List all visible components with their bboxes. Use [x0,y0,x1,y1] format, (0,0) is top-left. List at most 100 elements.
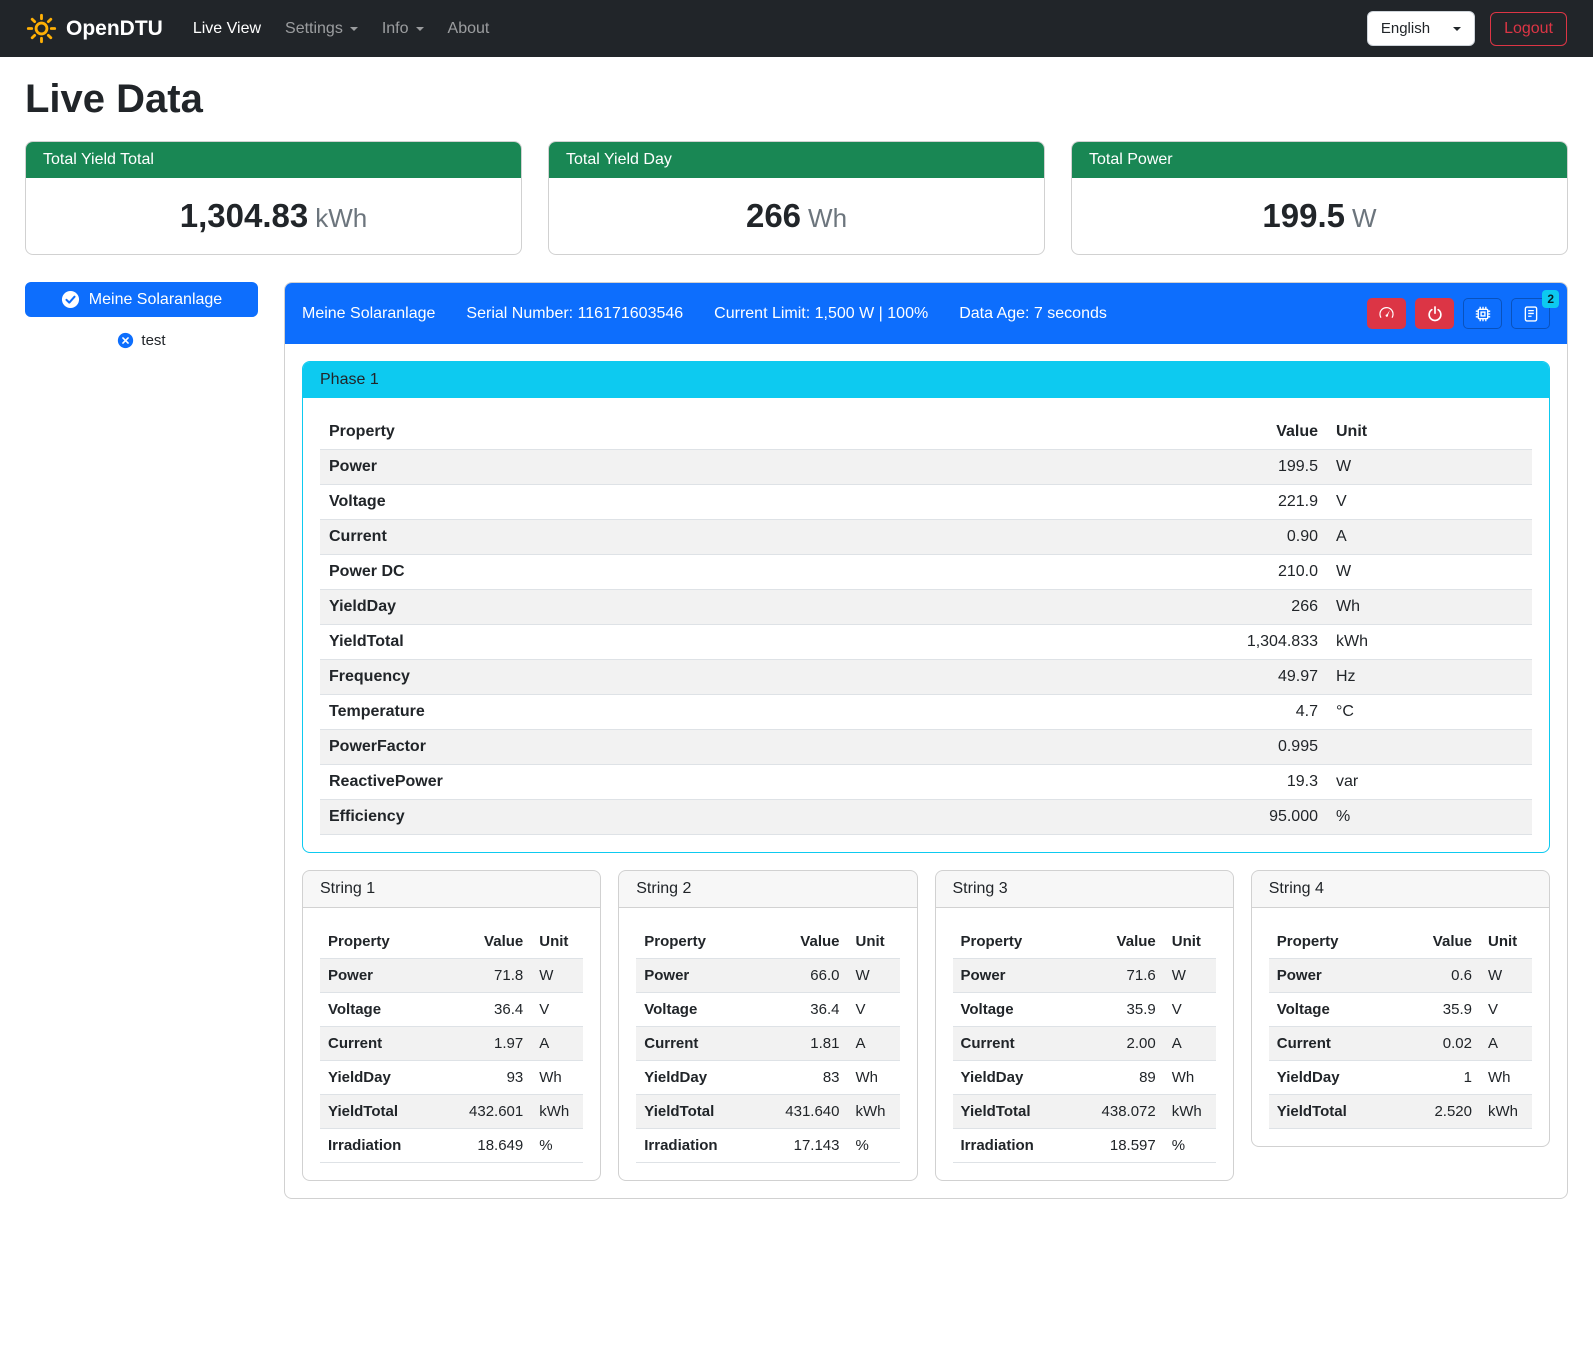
column-header-property: Property [320,415,1177,450]
power-icon [1426,305,1444,323]
string-4-table: Property Value Unit Power0.6W Voltage35.… [1269,925,1532,1129]
value-cell: 66.0 [770,959,848,993]
power-button[interactable] [1415,298,1454,329]
property-cell: Power [953,959,1086,993]
value-cell: 1,304.833 [1177,625,1327,660]
value-cell: 19.3 [1177,765,1327,800]
card-title: Total Power [1072,142,1567,178]
table-row: YieldTotal1,304.833kWh [320,625,1532,660]
table-header-row: Property Value Unit [636,925,899,959]
value-cell: 199.5 [1177,450,1327,485]
value-cell: 1.81 [770,1027,848,1061]
brand-label: OpenDTU [66,17,163,41]
value-cell: 18.597 [1086,1129,1164,1163]
value-cell: 2.00 [1086,1027,1164,1061]
table-row: Current1.81A [636,1027,899,1061]
value-cell: 431.640 [770,1095,848,1129]
x-circle-icon [117,332,134,349]
total-yield-total-value: 1,304.83 [180,197,308,234]
unit-cell: kWh [848,1095,900,1129]
table-header-row: Property Value Unit [320,925,583,959]
value-cell: 36.4 [453,993,531,1027]
string-1-card: String 1 Property Value Unit [302,870,601,1181]
table-row: YieldTotal432.601kWh [320,1095,583,1129]
unit-cell: kWh [531,1095,583,1129]
panel-action-buttons: 2 [1367,298,1550,329]
total-yield-day-unit: Wh [808,203,847,233]
column-header-value: Value [770,925,848,959]
value-cell: 4.7 [1177,695,1327,730]
value-cell: 0.995 [1177,730,1327,765]
table-row: ReactivePower19.3var [320,765,1532,800]
property-cell: Current [636,1027,769,1061]
check-circle-icon [61,290,80,309]
value-cell: 0.02 [1402,1027,1480,1061]
language-select[interactable]: English [1367,11,1475,46]
value-cell: 35.9 [1086,993,1164,1027]
property-cell: YieldTotal [636,1095,769,1129]
event-count-badge: 2 [1542,290,1559,308]
nav-live-view[interactable]: Live View [181,12,273,46]
value-cell: 95.000 [1177,800,1327,835]
string-cards: String 1 Property Value Unit [302,870,1550,1181]
table-row: Temperature4.7°C [320,695,1532,730]
string-title: String 3 [936,871,1233,908]
unit-cell: °C [1327,695,1532,730]
value-cell: 71.6 [1086,959,1164,993]
unit-cell: A [1164,1027,1216,1061]
card-title: Total Yield Day [549,142,1044,178]
value-cell: 71.8 [453,959,531,993]
property-cell: YieldDay [636,1061,769,1095]
navbar-right: English Logout [1367,11,1567,46]
column-header-value: Value [1177,415,1327,450]
table-row: YieldDay266Wh [320,590,1532,625]
inverter-select-button[interactable]: Meine Solaranlage [25,282,258,317]
column-header-property: Property [636,925,769,959]
event-log-button[interactable]: 2 [1511,298,1550,329]
logout-button[interactable]: Logout [1490,12,1567,46]
table-row: Current1.97A [320,1027,583,1061]
table-row: YieldDay1Wh [1269,1061,1532,1095]
top-navbar: OpenDTU Live View Settings Info About En… [0,0,1593,57]
nav-settings[interactable]: Settings [273,12,370,46]
limit-settings-button[interactable] [1367,298,1406,329]
table-row: Power71.8W [320,959,583,993]
value-cell: 35.9 [1402,993,1480,1027]
unit-cell: kWh [1327,625,1532,660]
value-cell: 266 [1177,590,1327,625]
value-cell: 438.072 [1086,1095,1164,1129]
property-cell: Power [636,959,769,993]
brand-logo[interactable]: OpenDTU [26,13,163,44]
nav-info-label: Info [382,20,409,38]
column-header-unit: Unit [1327,415,1532,450]
inverter-panel-header: Meine Solaranlage Serial Number: 1161716… [285,283,1567,344]
phase-table: Property Value Unit Power199.5W Voltage2… [320,415,1532,835]
table-row: Power DC210.0W [320,555,1532,590]
nav-links: Live View Settings Info About [181,12,502,46]
property-cell: Power [320,450,1177,485]
table-row: Power199.5W [320,450,1532,485]
string-title: String 1 [303,871,600,908]
column-header-value: Value [453,925,531,959]
unit-cell: Wh [1480,1061,1532,1095]
nav-info[interactable]: Info [370,12,436,46]
column-header-property: Property [1269,925,1402,959]
unit-cell: var [1327,765,1532,800]
property-cell: YieldDay [953,1061,1086,1095]
journal-icon [1522,305,1540,323]
property-cell: Current [1269,1027,1402,1061]
table-row: Current0.02A [1269,1027,1532,1061]
property-cell: Voltage [953,993,1086,1027]
string-1-table: Property Value Unit Power71.8W Voltage36… [320,925,583,1163]
device-info-button[interactable] [1463,298,1502,329]
table-row: Irradiation18.597% [953,1129,1216,1163]
value-cell: 1 [1402,1061,1480,1095]
chevron-down-icon [350,27,358,31]
test-item[interactable]: test [25,332,258,349]
table-row: YieldDay93Wh [320,1061,583,1095]
property-cell: Voltage [320,993,453,1027]
nav-about[interactable]: About [436,12,502,46]
inverter-panel: Meine Solaranlage Serial Number: 1161716… [284,282,1568,1199]
unit-cell: V [531,993,583,1027]
column-header-unit: Unit [1164,925,1216,959]
